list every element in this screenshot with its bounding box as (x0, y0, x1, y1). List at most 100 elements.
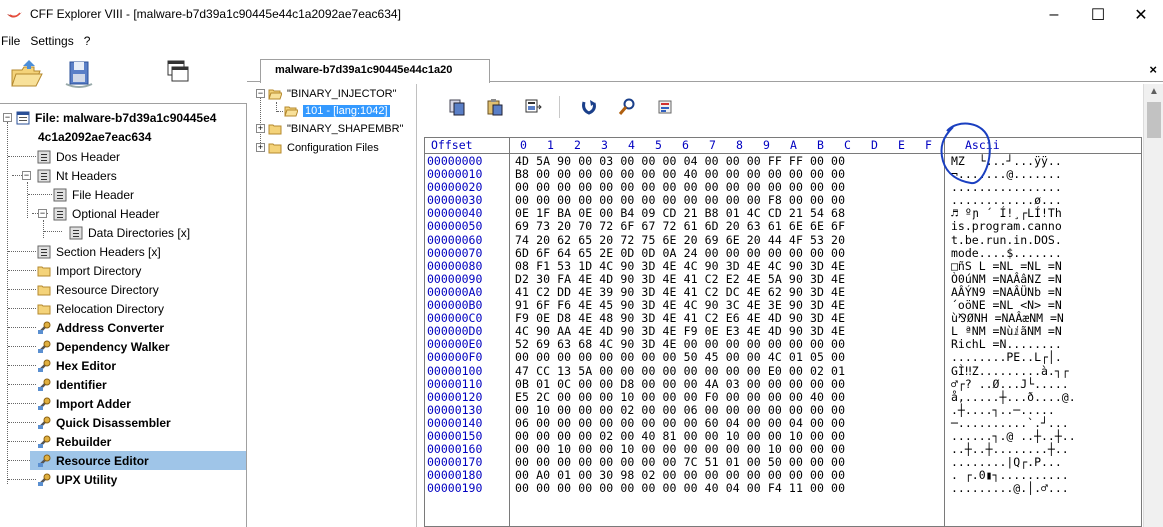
tree-item-rebuilder[interactable]: Rebuilder (37, 432, 111, 451)
tree-item-file[interactable]: File: malware-b7d39a1c90445e4 (16, 108, 216, 127)
header-icon (37, 150, 51, 163)
hex-view[interactable]: Offset 0 1 2 3 4 5 6 7 8 9 A B C D E F A… (424, 137, 1142, 527)
expand-toggle[interactable]: + (256, 143, 265, 152)
ascii-column[interactable]: MZ └...┘...ÿÿ.. ¬.......@....... .......… (951, 154, 1076, 495)
tree-item-resource-editor[interactable]: Resource Editor (30, 451, 246, 470)
col-header-1: 1 (547, 138, 554, 152)
menu-file[interactable]: File (0, 34, 25, 48)
scroll-thumb[interactable] (1147, 102, 1161, 138)
goto-offset-icon[interactable] (580, 98, 598, 116)
col-header-7: 7 (709, 138, 716, 152)
menu-settings[interactable]: Settings (25, 34, 78, 48)
col-header-e: E (898, 138, 905, 152)
tree-item-import-directory[interactable]: Import Directory (37, 261, 141, 280)
search-icon[interactable] (618, 98, 636, 116)
hex-bytes-column[interactable]: 4D 5A 90 00 03 00 00 00 04 00 00 00 FF F… (515, 154, 845, 495)
tool-icon (38, 340, 51, 353)
header-icon (69, 226, 83, 239)
menu-help[interactable]: ? (79, 34, 96, 48)
select-block-icon[interactable] (524, 98, 542, 116)
app-logo-icon (7, 12, 22, 18)
tree-item-section-headers[interactable]: Section Headers [x] (37, 242, 161, 261)
navigation-tree: − File: malware-b7d39a1c90445e4 4c1a2092… (0, 103, 247, 527)
window-title: CFF Explorer VIII - [malware-b7d39a1c904… (30, 7, 401, 21)
tool-icon (38, 359, 51, 372)
col-header-4: 4 (628, 138, 635, 152)
tree-item-data-directories[interactable]: Data Directories [x] (69, 223, 190, 242)
tool-icon (38, 435, 51, 448)
hex-header: Offset 0 1 2 3 4 5 6 7 8 9 A B C D E F A… (425, 138, 1141, 154)
col-header-2: 2 (574, 138, 581, 152)
vertical-scrollbar[interactable]: ▲ (1143, 84, 1163, 527)
collapse-toggle[interactable]: − (22, 171, 31, 180)
tree-item-relocation-directory[interactable]: Relocation Directory (37, 299, 164, 318)
tree-item-optional-header[interactable]: Optional Header (53, 204, 159, 223)
resource-item-binary-injector[interactable]: "BINARY_INJECTOR" (268, 85, 396, 102)
folder-icon (37, 304, 51, 314)
tool-icon (38, 473, 51, 486)
tree-item-nt-headers[interactable]: Nt Headers (37, 166, 117, 185)
tab-close-icon[interactable]: × (1149, 62, 1157, 77)
col-header-0: 0 (520, 138, 527, 152)
header-icon (37, 169, 51, 182)
resource-item-binary-shapembr[interactable]: "BINARY_SHAPEMBR" (268, 120, 403, 137)
settings-icon[interactable] (656, 98, 674, 116)
paste-icon[interactable] (486, 98, 504, 116)
offset-column: 00000000 00000010 00000020 00000030 0000… (427, 154, 483, 496)
col-header-9: 9 (763, 138, 770, 152)
copy-icon[interactable] (448, 98, 466, 116)
col-header-8: 8 (736, 138, 743, 152)
col-header-f: F (925, 138, 932, 152)
folder-icon (37, 285, 51, 295)
folder-open-icon (284, 106, 298, 116)
scroll-up-icon[interactable]: ▲ (1149, 86, 1159, 97)
tab-document[interactable]: malware-b7d39a1c90445e44c1a20 (260, 59, 490, 83)
expand-toggle[interactable]: + (256, 124, 265, 133)
tree-item-identifier[interactable]: Identifier (37, 375, 107, 394)
resource-item-101[interactable]: 101 - [lang:1042] (284, 102, 390, 119)
tree-item-file-header[interactable]: File Header (53, 185, 134, 204)
ascii-header: Ascii (965, 138, 1000, 152)
title-bar: CFF Explorer VIII - [malware-b7d39a1c904… (0, 0, 1163, 31)
maximize-button[interactable]: ☐ (1076, 0, 1120, 30)
windows-icon[interactable] (160, 58, 194, 90)
main-toolbar (0, 52, 247, 100)
menu-bar: File Settings ? (0, 31, 1163, 51)
resource-tree: − "BINARY_INJECTOR" 101 - [lang:1042] + … (251, 84, 417, 527)
tree-item-dependency-walker[interactable]: Dependency Walker (37, 337, 170, 356)
save-icon[interactable] (62, 58, 96, 90)
tree-item-quick-disassembler[interactable]: Quick Disassembler (37, 413, 171, 432)
tree-item-address-converter[interactable]: Address Converter (37, 318, 164, 337)
hex-toolbar (420, 84, 1143, 130)
col-header-b: B (817, 138, 824, 152)
header-icon (53, 207, 67, 220)
minimize-button[interactable]: – (1032, 0, 1076, 30)
header-icon (53, 188, 67, 201)
tool-icon (38, 397, 51, 410)
tree-item-resource-directory[interactable]: Resource Directory (37, 280, 159, 299)
collapse-toggle[interactable]: − (256, 89, 265, 98)
collapse-toggle[interactable]: − (3, 113, 12, 122)
tool-icon (38, 321, 51, 334)
col-header-5: 5 (655, 138, 662, 152)
col-header-3: 3 (601, 138, 608, 152)
col-header-6: 6 (682, 138, 689, 152)
resource-item-configuration-files[interactable]: Configuration Files (268, 139, 379, 156)
file-icon (16, 111, 30, 124)
folder-icon (37, 266, 51, 276)
tree-item-import-adder[interactable]: Import Adder (37, 394, 131, 413)
tree-item-upx-utility[interactable]: UPX Utility (37, 470, 117, 489)
open-folder-icon[interactable] (9, 58, 43, 90)
tree-item-file-continued: 4c1a2092ae7eac634 (38, 129, 152, 144)
offset-header: Offset (431, 138, 473, 152)
tree-item-hex-editor[interactable]: Hex Editor (37, 356, 116, 375)
col-header-a: A (790, 138, 797, 152)
header-icon (37, 245, 51, 258)
folder-icon (268, 143, 282, 153)
tab-strip: malware-b7d39a1c90445e44c1a20 × (247, 52, 1163, 83)
folder-icon (268, 124, 282, 134)
tree-item-dos-header[interactable]: Dos Header (37, 147, 120, 166)
collapse-toggle[interactable]: − (38, 209, 47, 218)
tool-icon (38, 378, 51, 391)
close-button[interactable]: ✕ (1119, 0, 1163, 30)
